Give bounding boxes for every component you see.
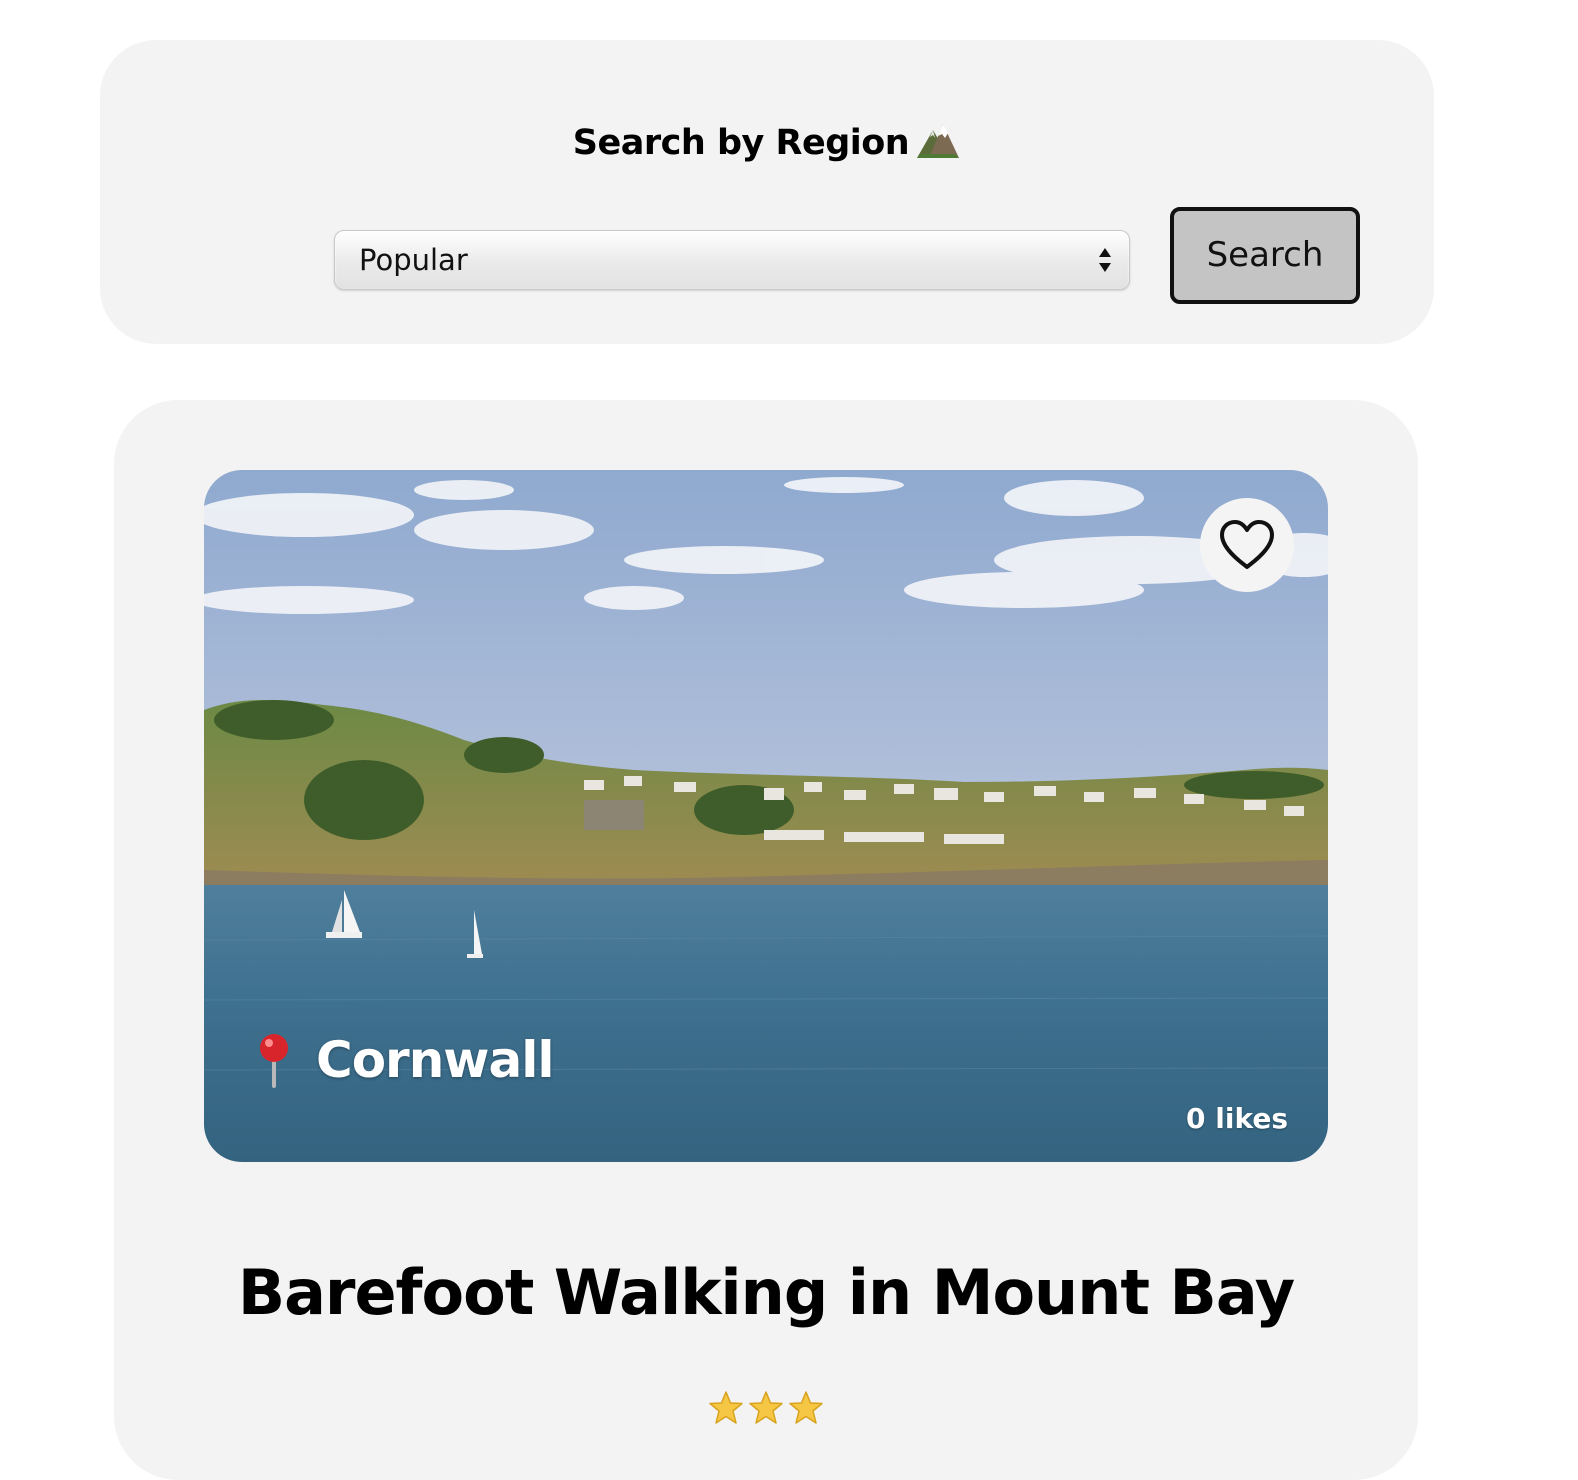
search-panel: Search by Region Popular Search — [100, 40, 1434, 344]
walk-title[interactable]: Barefoot Walking in Mount Bay — [234, 1254, 1298, 1332]
likes-count: 0 likes — [1186, 1102, 1288, 1135]
search-title-text: Search by Region — [572, 123, 910, 163]
region-select-value: Popular — [359, 243, 468, 277]
favorite-button[interactable] — [1200, 498, 1294, 592]
walk-photo[interactable]: Cornwall 0 likes — [204, 470, 1328, 1162]
pin-icon — [254, 1032, 294, 1088]
walk-card[interactable]: Cornwall 0 likes Barefoot Walking in Mou… — [114, 400, 1418, 1480]
select-arrows-icon — [1097, 245, 1113, 275]
star-icon — [708, 1390, 744, 1426]
search-title: Search by Region — [100, 118, 1434, 168]
rating-stars — [114, 1390, 1418, 1426]
star-icon — [748, 1390, 784, 1426]
location-label: Cornwall — [254, 1028, 555, 1092]
search-button[interactable]: Search — [1170, 207, 1360, 304]
star-icon — [788, 1390, 824, 1426]
region-select[interactable]: Popular — [334, 230, 1130, 290]
mountain-icon — [915, 120, 961, 160]
location-name: Cornwall — [316, 1031, 555, 1089]
heart-outline-icon — [1220, 520, 1274, 569]
